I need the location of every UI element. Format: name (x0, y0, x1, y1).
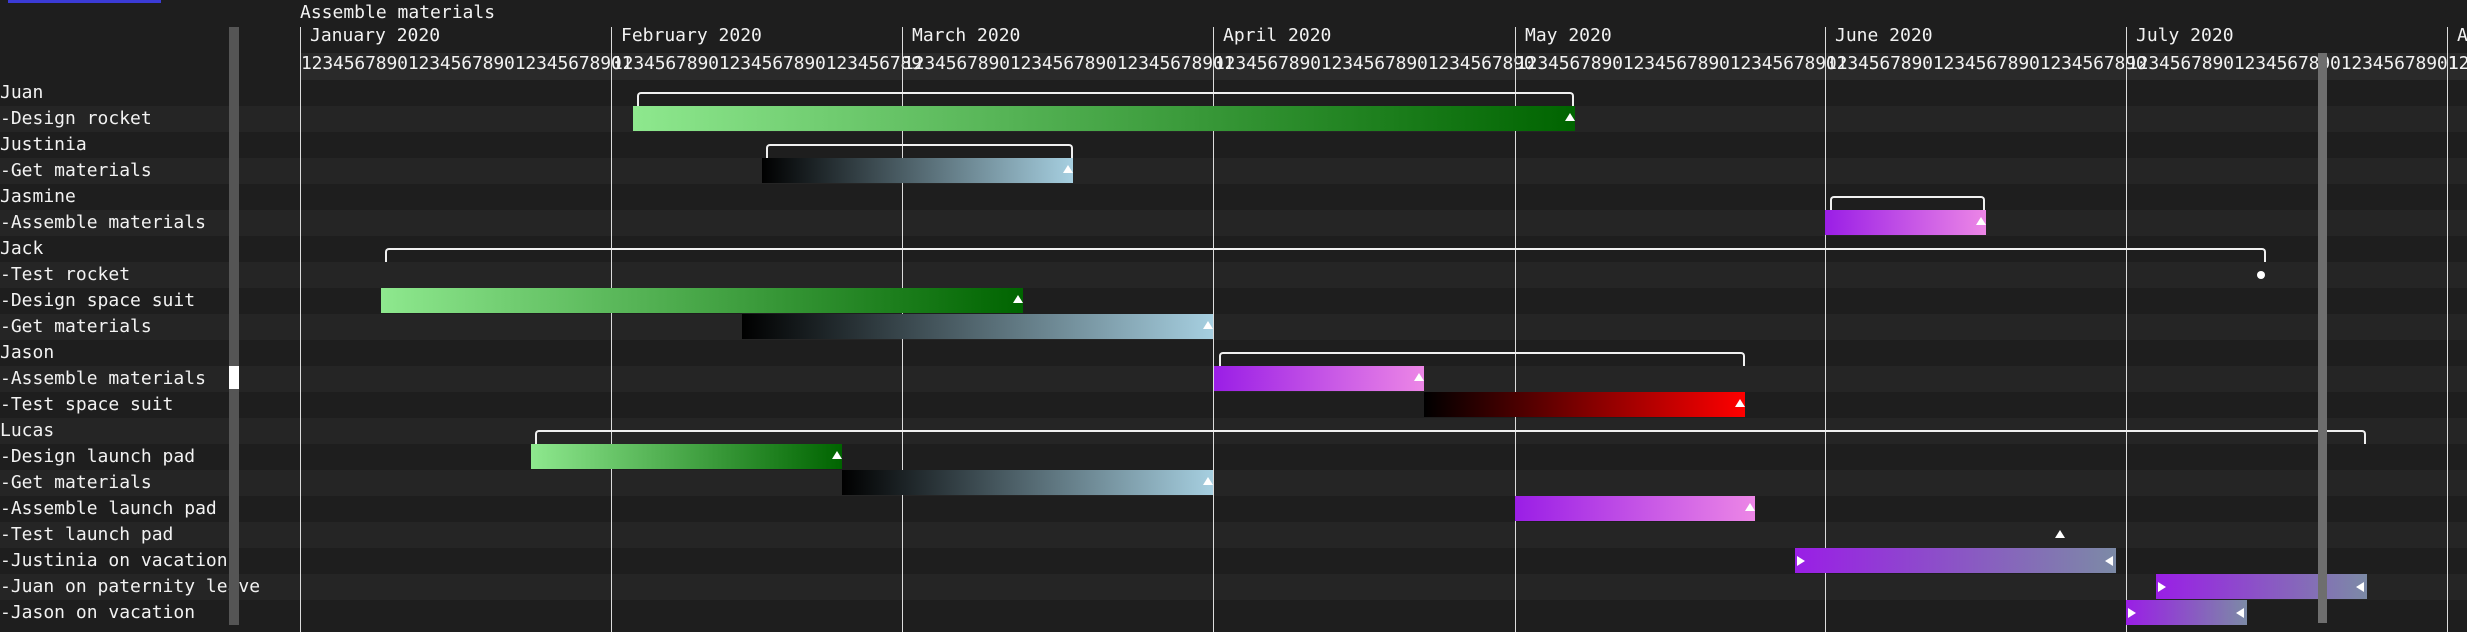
row-background (0, 288, 2467, 314)
task-label[interactable]: -Design rocket (0, 106, 152, 132)
month-label: April 2020 (1223, 25, 1332, 46)
assemble-task-bar[interactable] (1825, 210, 1986, 235)
row-background (0, 158, 2467, 184)
resource-label[interactable]: Jack (0, 236, 43, 262)
group-summary-bracket (535, 430, 2366, 444)
start-marker-icon (1797, 556, 1805, 566)
group-summary-bracket (637, 92, 1574, 106)
task-label[interactable]: -Jason on vacation (0, 600, 195, 626)
row-background (0, 210, 2467, 236)
row-background (0, 574, 2467, 600)
milestone-dot-icon (2257, 271, 2265, 279)
row-background (0, 314, 2467, 340)
row-background (0, 184, 2467, 210)
group-summary-bracket (1830, 196, 1985, 210)
row-background (0, 600, 2467, 626)
month-divider (2447, 27, 2448, 632)
assemble-task-bar[interactable] (1214, 366, 1424, 391)
design-task-bar[interactable] (633, 106, 1575, 131)
progress-marker-icon (1565, 113, 1575, 121)
progress-marker-icon (1414, 373, 1424, 381)
row-background (0, 496, 2467, 522)
day-numbers: 12345678901234567890123456789 (612, 53, 922, 74)
task-label[interactable]: -Justinia on vacation (0, 548, 228, 574)
vertical-scrollbar[interactable] (229, 27, 239, 625)
materials-task-bar[interactable] (742, 314, 1213, 339)
task-label[interactable]: -Design launch pad (0, 444, 195, 470)
task-label[interactable]: -Assemble launch pad (0, 496, 217, 522)
leave-task-bar[interactable] (1795, 548, 2116, 573)
selected-task-title: Assemble materials (300, 2, 496, 23)
design-task-bar[interactable] (381, 288, 1023, 313)
design-task-bar[interactable] (531, 444, 842, 469)
day-numbers: 1234567890123456789012345678901 (903, 53, 1235, 74)
window-top-accent (8, 0, 161, 3)
day-numbers: 1234567890123456789012345678901 (2127, 53, 2459, 74)
month-label: January 2020 (310, 25, 441, 46)
start-marker-icon (2128, 608, 2136, 618)
task-label[interactable]: -Assemble materials (0, 366, 206, 392)
start-marker-icon (2158, 582, 2166, 592)
task-label[interactable]: -Test launch pad (0, 522, 173, 548)
leave-task-bar[interactable] (2126, 600, 2247, 625)
progress-marker-icon (1203, 477, 1213, 485)
day-numbers: 123456789012345678901234567890 (1214, 53, 1535, 74)
row-background (0, 470, 2467, 496)
progress-marker-icon (832, 451, 842, 459)
end-marker-icon (2236, 608, 2244, 618)
resource-label[interactable]: Jason (0, 340, 54, 366)
progress-marker-icon (1063, 165, 1073, 173)
task-label[interactable]: -Assemble materials (0, 210, 206, 236)
row-background (0, 444, 2467, 470)
row-background (0, 262, 2467, 288)
task-label[interactable]: -Get materials (0, 158, 152, 184)
month-label: March 2020 (912, 25, 1021, 46)
task-label[interactable]: -Get materials (0, 314, 152, 340)
progress-marker-icon (1203, 321, 1213, 329)
month-label: Au (2457, 25, 2467, 46)
resource-label[interactable]: Lucas (0, 418, 54, 444)
month-label: May 2020 (1525, 25, 1612, 46)
progress-marker-icon (1745, 503, 1755, 511)
month-divider (300, 27, 301, 632)
test-task-bar[interactable] (1424, 392, 1745, 417)
day-numbers: 12 (2448, 53, 2467, 74)
group-summary-bracket (385, 248, 2266, 262)
leave-task-bar[interactable] (2156, 574, 2367, 599)
scrollbar-thumb[interactable] (229, 366, 239, 389)
end-marker-icon (2356, 582, 2364, 592)
day-numbers: 123456789012345678901234567890 (1826, 53, 2147, 74)
progress-marker-icon (1735, 399, 1745, 407)
resource-label[interactable]: Juan (0, 80, 43, 106)
end-marker-icon (2105, 556, 2113, 566)
materials-task-bar[interactable] (762, 158, 1073, 183)
resource-label[interactable]: Jasmine (0, 184, 76, 210)
group-summary-bracket (1219, 352, 1745, 366)
milestone-marker-icon (2055, 530, 2065, 538)
task-label[interactable]: -Juan on paternity leave (0, 574, 260, 600)
task-label[interactable]: -Test rocket (0, 262, 130, 288)
today-marker (2318, 53, 2327, 623)
row-background (0, 392, 2467, 418)
group-summary-bracket (766, 144, 1073, 158)
progress-marker-icon (1976, 217, 1986, 225)
month-divider (1825, 27, 1826, 632)
resource-label[interactable]: Justinia (0, 132, 87, 158)
month-divider (2126, 27, 2127, 632)
month-label: February 2020 (621, 25, 762, 46)
materials-task-bar[interactable] (842, 470, 1213, 495)
task-label[interactable]: -Test space suit (0, 392, 173, 418)
progress-marker-icon (1013, 295, 1023, 303)
row-background (0, 132, 2467, 158)
day-numbers: 1234567890123456789012345678901 (301, 53, 633, 74)
row-background (0, 522, 2467, 548)
month-divider (611, 27, 612, 632)
month-label: June 2020 (1835, 25, 1933, 46)
month-label: July 2020 (2136, 25, 2234, 46)
task-label[interactable]: -Design space suit (0, 288, 195, 314)
task-label[interactable]: -Get materials (0, 470, 152, 496)
assemble-task-bar[interactable] (1515, 496, 1755, 521)
day-numbers: 1234567890123456789012345678901 (1516, 53, 1848, 74)
